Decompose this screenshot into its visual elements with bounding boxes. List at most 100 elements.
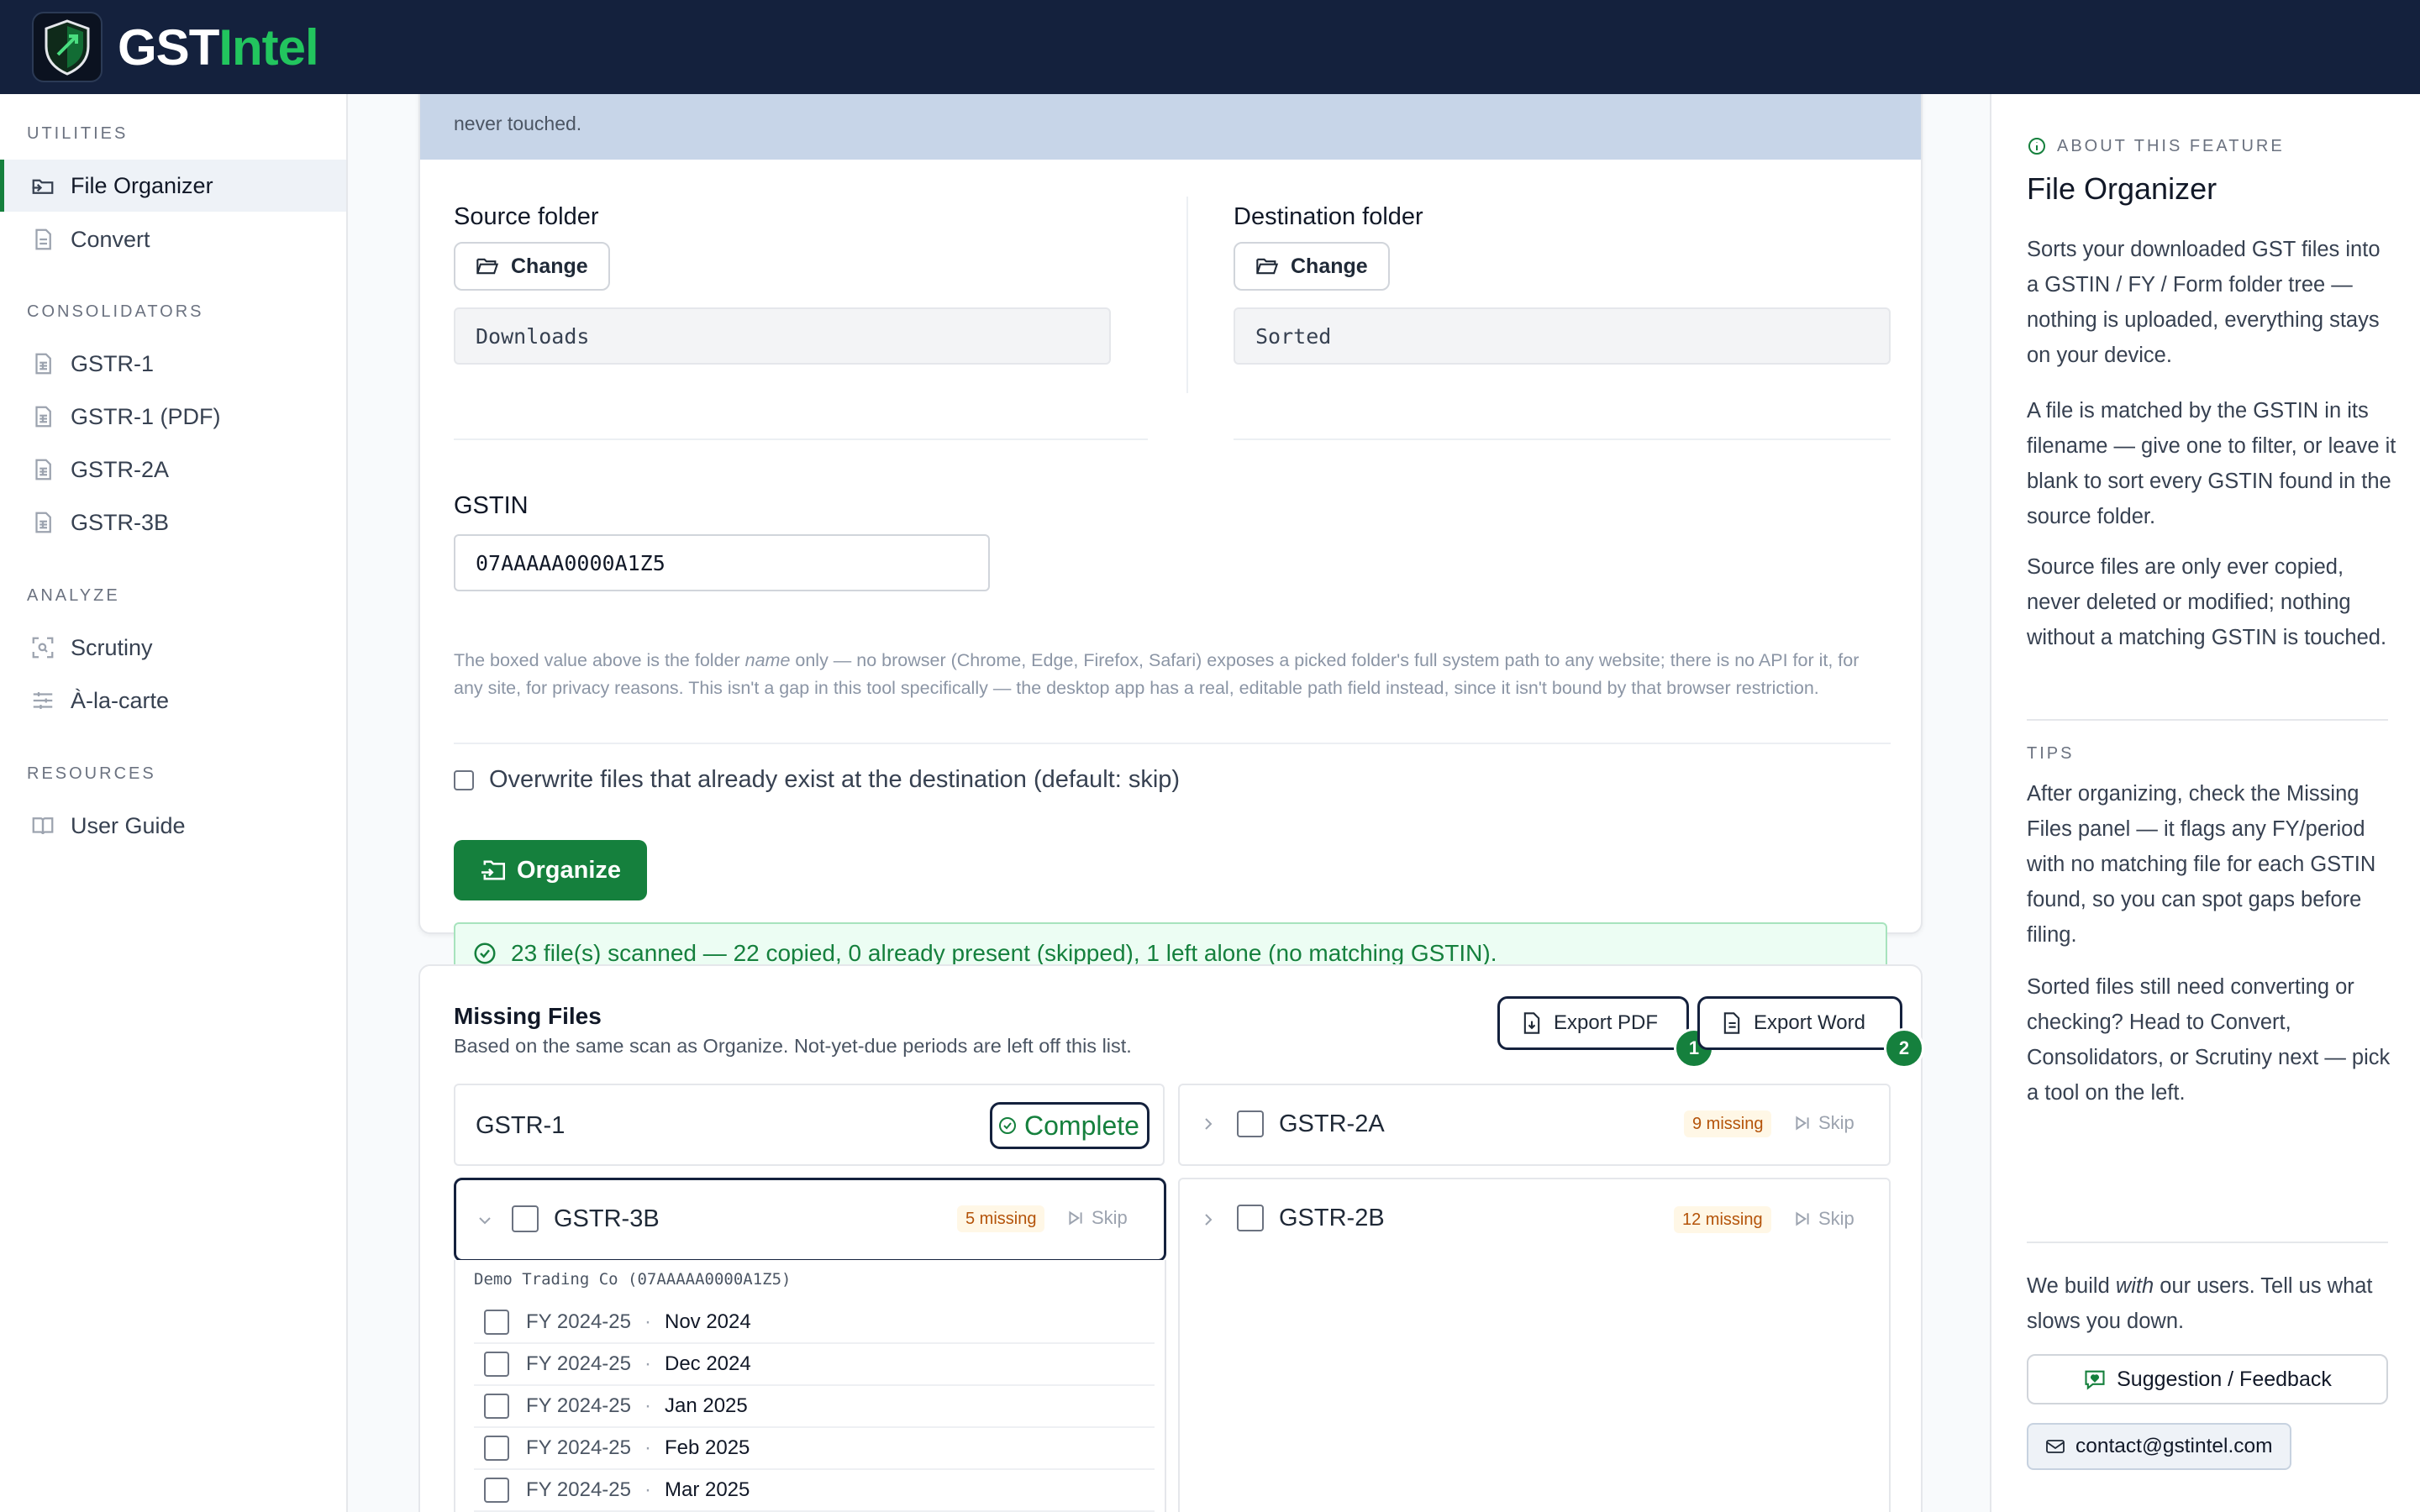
overwrite-checkbox[interactable] [454, 769, 474, 790]
feedback-prompt: We build with our users. Tell us what sl… [2027, 1268, 2396, 1339]
sidebar-item-gstr3b[interactable]: GSTR-3B [0, 496, 346, 549]
chevron-right-icon[interactable] [1200, 1211, 1217, 1228]
main-content[interactable]: never touched. Source folder Change Down… [348, 94, 1990, 1512]
period-row[interactable]: FY 2024-25 · Dec 2024 [474, 1344, 1155, 1386]
period-separator: · [644, 1436, 651, 1459]
about-heading: ABOUT THIS FEATURE [2027, 136, 2285, 156]
sidebar-item-gstr1-pdf[interactable]: GSTR-1 (PDF) [0, 391, 346, 443]
sidebar-item-label: Scrutiny [71, 634, 153, 660]
period-checkbox[interactable] [484, 1478, 509, 1503]
document-icon [1723, 1012, 1740, 1034]
skip-label: Skip [1818, 1112, 1854, 1133]
period-row[interactable]: FY 2024-25 · Feb 2025 [474, 1428, 1155, 1470]
folder-help-text: The boxed value above is the folder name… [454, 647, 1882, 702]
spreadsheet-icon [35, 459, 51, 480]
chevron-down-icon[interactable] [476, 1212, 493, 1229]
skip-icon [1069, 1210, 1082, 1226]
chevron-right-icon[interactable] [1200, 1116, 1217, 1132]
destination-change-button[interactable]: Change [1234, 242, 1390, 291]
tip-paragraph: Sorted files still need converting or ch… [2027, 975, 2391, 1105]
about-paragraph: A file is matched by the GSTIN in its fi… [2027, 399, 2396, 528]
contact-email: contact@gstintel.com [2075, 1435, 2273, 1457]
period-month: Feb 2025 [664, 1436, 750, 1459]
divider [454, 438, 1148, 440]
top-bar: GSTIntel [0, 0, 2420, 94]
sidebar-item-convert[interactable]: Convert [0, 213, 346, 265]
company-label: Demo Trading Co (07AAAAA0000A1Z5) [474, 1270, 792, 1289]
form-checkbox[interactable] [512, 1205, 539, 1232]
folder-open-icon [476, 258, 499, 275]
message-heart-icon [2085, 1370, 2105, 1390]
period-checkbox[interactable] [484, 1436, 509, 1461]
feedback-button[interactable]: Suggestion / Feedback [2027, 1354, 2388, 1404]
check-circle-icon [474, 942, 496, 964]
sidebar-item-user-guide[interactable]: User Guide [0, 800, 346, 852]
period-fy: FY 2024-25 [526, 1436, 631, 1459]
contact-email-button[interactable]: contact@gstintel.com [2027, 1423, 2291, 1470]
organize-button[interactable]: Organize [454, 840, 647, 900]
period-fy: FY 2024-25 [526, 1352, 631, 1375]
sidebar-item-label: GSTR-1 [71, 350, 155, 376]
divider [2027, 1242, 2388, 1243]
form-card-gstr1[interactable]: GSTR-1 Complete [454, 1084, 1165, 1166]
destination-folder-label: Destination folder [1234, 203, 1423, 230]
sidebar-item-gstr2a[interactable]: GSTR-2A [0, 444, 346, 496]
skip-icon [1796, 1211, 1809, 1226]
skip-button[interactable]: Skip [1793, 1208, 1854, 1230]
mail-icon [2046, 1440, 2065, 1453]
export-pdf-button[interactable]: Export PDF [1497, 996, 1689, 1050]
period-fy: FY 2024-25 [526, 1394, 631, 1417]
missing-count-badge: 5 missing [957, 1205, 1045, 1232]
form-name: GSTR-1 [476, 1112, 566, 1139]
period-row[interactable]: FY 2024-25 · Jan 2025 [474, 1386, 1155, 1428]
period-month: Jan 2025 [664, 1394, 748, 1417]
organizer-card: never touched. Source folder Change Down… [418, 94, 1923, 984]
document-icon [35, 228, 51, 250]
shield-logo-icon[interactable] [32, 12, 103, 82]
sliders-icon [33, 692, 53, 709]
sidebar-item-file-organizer[interactable]: File Organizer [0, 160, 346, 212]
skip-label: Skip [1092, 1207, 1128, 1228]
tips-heading: TIPS [2027, 744, 2075, 763]
feedback-emphasis: with [2115, 1274, 2154, 1298]
form-card-gstr2a[interactable]: GSTR-2A 9 missing Skip [1178, 1084, 1891, 1166]
period-separator: · [644, 1352, 651, 1375]
file-download-icon [1523, 1012, 1540, 1034]
period-checkbox[interactable] [484, 1394, 509, 1419]
check-circle-icon [999, 1117, 1016, 1134]
brand-name[interactable]: GSTIntel [118, 18, 319, 76]
form-checkbox[interactable] [1237, 1110, 1264, 1137]
gstin-label: GSTIN [454, 492, 529, 519]
export-word-button[interactable]: Export Word [1697, 996, 1902, 1050]
overwrite-option[interactable]: Overwrite files that already exist at th… [454, 766, 1180, 794]
info-banner: never touched. [420, 94, 1921, 160]
period-row[interactable]: FY 2024-25 · Nov 2024 [474, 1302, 1155, 1344]
info-icon [2028, 138, 2045, 155]
period-row[interactable]: FY 2024-25 · Mar 2025 [474, 1470, 1155, 1512]
source-change-label: Change [511, 254, 588, 278]
sidebar-item-gstr1[interactable]: GSTR-1 [0, 338, 346, 390]
form-card-gstr3b[interactable]: GSTR-3B 5 missing Skip [454, 1178, 1166, 1262]
source-folder-label: Source folder [454, 203, 599, 230]
overwrite-label: Overwrite files that already exist at th… [489, 766, 1181, 793]
period-checkbox[interactable] [484, 1352, 509, 1377]
divider [1186, 197, 1188, 393]
skip-button[interactable]: Skip [1066, 1207, 1128, 1229]
skip-label: Skip [1818, 1208, 1854, 1229]
source-change-button[interactable]: Change [454, 242, 610, 291]
gstin-input[interactable]: 07AAAAA0000A1Z5 [454, 534, 990, 591]
folder-arrow-icon [32, 179, 54, 194]
sidebar-item-label: GSTR-3B [71, 509, 170, 535]
form-card-gstr2b[interactable]: GSTR-2B 12 missing Skip [1178, 1178, 1891, 1512]
destination-folder-field[interactable]: Sorted [1234, 307, 1891, 365]
step-badge-2: 2 [1884, 1028, 1924, 1068]
sidebar-item-a-la-carte[interactable]: À-la-carte [0, 675, 346, 727]
form-checkbox[interactable] [1237, 1205, 1264, 1231]
sidebar-item-scrutiny[interactable]: Scrutiny [0, 622, 346, 674]
sidebar-item-label: GSTR-1 (PDF) [71, 403, 221, 429]
period-checkbox[interactable] [484, 1310, 509, 1335]
period-month: Dec 2024 [664, 1352, 751, 1375]
period-month: Mar 2025 [664, 1478, 750, 1501]
source-folder-field[interactable]: Downloads [454, 307, 1111, 365]
skip-button[interactable]: Skip [1793, 1112, 1854, 1134]
